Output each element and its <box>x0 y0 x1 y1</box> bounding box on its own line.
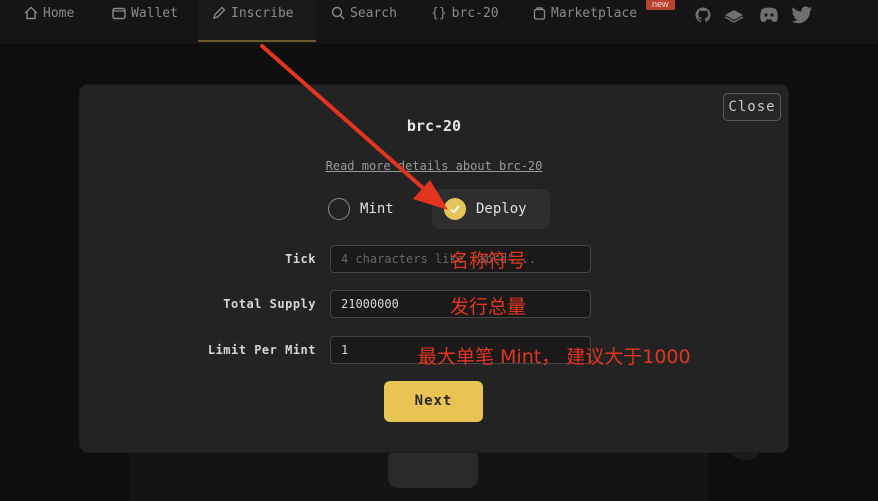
discord-icon[interactable] <box>758 6 780 24</box>
nav-home-label: Home <box>43 6 75 21</box>
wallet-icon <box>112 6 126 24</box>
github-icon[interactable] <box>694 6 712 24</box>
read-more-link[interactable]: Read more details about brc-20 <box>80 159 788 173</box>
mint-option-label: Mint <box>360 201 394 217</box>
brc20-modal: Close brc-20 Read more details about brc… <box>80 85 788 452</box>
nav-search-label: Search <box>350 6 397 21</box>
mint-option[interactable]: Mint <box>328 189 424 229</box>
nav-home[interactable]: Home <box>24 0 74 42</box>
nav-brc20[interactable]: {} brc-20 <box>431 0 499 42</box>
new-badge: new <box>646 0 675 10</box>
nav-wallet-label: Wallet <box>131 6 178 21</box>
nav-inscribe[interactable]: Inscribe <box>198 0 316 42</box>
braces-icon: {} <box>431 6 447 21</box>
nav-search[interactable]: Search <box>331 0 397 42</box>
tick-label: Tick <box>285 252 316 266</box>
checkmark-icon <box>444 198 466 220</box>
nav-wallet[interactable]: Wallet <box>112 0 178 42</box>
supply-annotation: 发行总量 <box>450 296 527 318</box>
next-button[interactable]: Next <box>384 381 483 422</box>
nav-marketplace-label: Marketplace <box>551 6 638 21</box>
total-supply-label: Total Supply <box>223 297 316 311</box>
nav-inscribe-label: Inscribe <box>231 6 294 21</box>
background-card <box>388 448 478 488</box>
top-navbar: Home Wallet Inscribe Search {} brc-20 Ma… <box>0 0 878 44</box>
home-icon <box>24 6 38 24</box>
twitter-icon[interactable] <box>791 6 813 24</box>
operation-selector: Mint Deploy <box>80 189 788 231</box>
deploy-option-label: Deploy <box>476 201 527 217</box>
gitbook-icon[interactable] <box>723 6 745 24</box>
tick-annotation: 名称符号 <box>450 250 527 272</box>
bag-icon <box>533 6 546 24</box>
pencil-icon <box>212 6 226 24</box>
limit-annotation: 最大单笔 Mint， 建议大于1000 <box>418 346 691 368</box>
deploy-option[interactable]: Deploy <box>432 189 550 229</box>
limit-per-mint-label: Limit Per Mint <box>207 343 316 357</box>
nav-brc20-label: brc-20 <box>451 6 499 21</box>
radio-unchecked-icon <box>328 198 350 220</box>
nav-marketplace[interactable]: Marketplace <box>533 0 637 42</box>
search-icon <box>331 6 345 24</box>
modal-title: brc-20 <box>406 117 462 135</box>
